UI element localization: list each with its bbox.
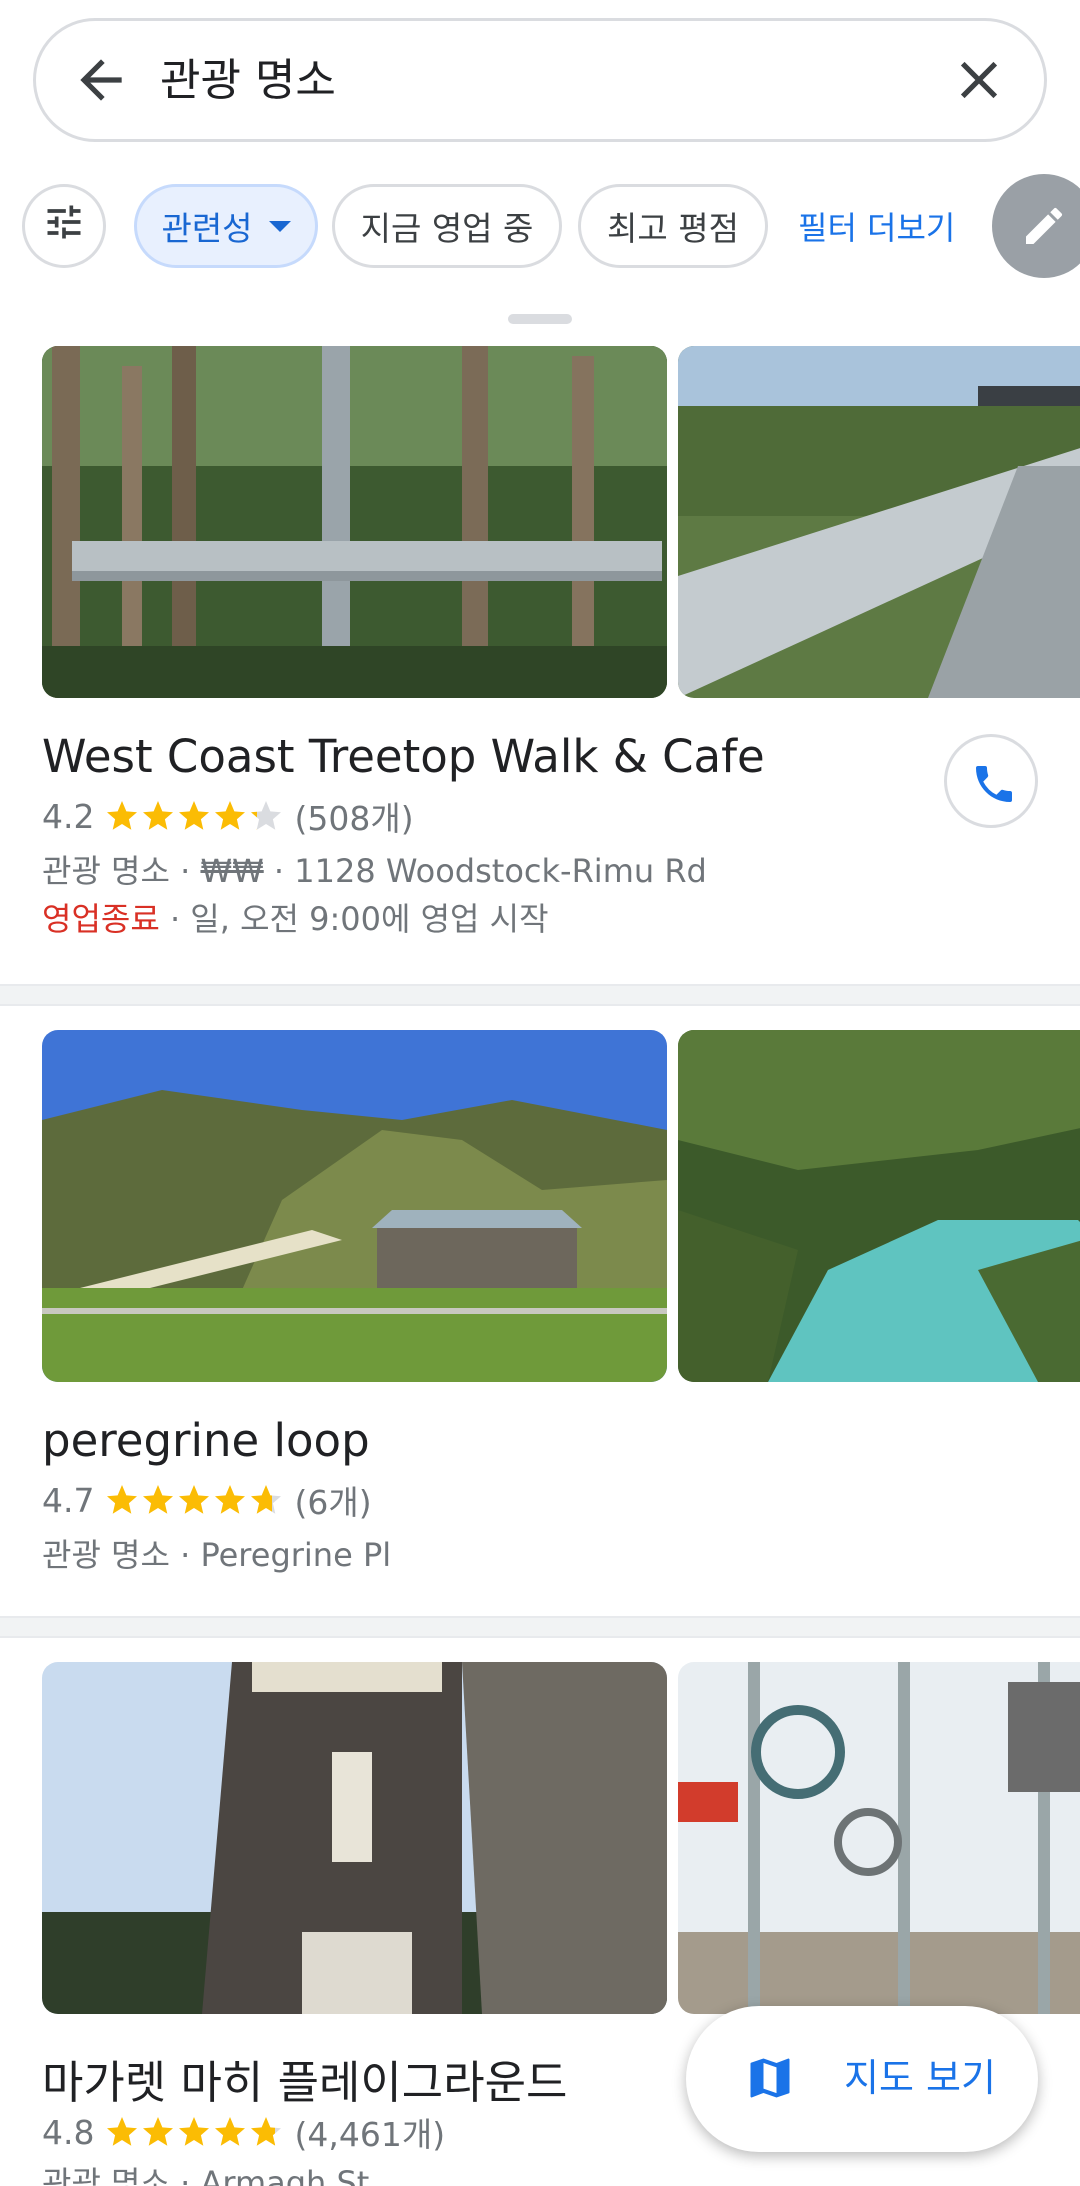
place-category: 관광 명소 [42,1536,170,1574]
star-rating [104,1482,284,1518]
photo-strip[interactable] [42,346,1080,698]
map-icon [750,2058,790,2098]
place-name[interactable]: West Coast Treetop Walk & Cafe [42,730,765,783]
place-address: Peregrine Pl [200,1536,392,1574]
place-address: Armagh St [200,2164,370,2186]
view-map-button[interactable]: 지도 보기 [686,2006,1038,2152]
open-status: 영업종료 [42,900,160,938]
star-icon [251,2117,282,2146]
star-icon [107,1485,138,1514]
photo-strip[interactable] [42,1030,1080,1382]
place-photo[interactable] [42,1662,667,2014]
star-icon [179,2117,210,2146]
star-icon [143,1485,174,1514]
call-button[interactable] [944,734,1038,828]
review-count: (4,461개) [294,2115,446,2154]
top-rated-filter-chip[interactable]: 최고 평점 [578,184,768,268]
place-name[interactable]: peregrine loop [42,1414,370,1467]
tune-filter-button[interactable] [22,184,106,268]
star-icon [107,2117,138,2146]
place-photo[interactable] [678,1662,1080,2014]
place-category: 관광 명소 [42,852,170,890]
photo-strip[interactable] [42,1662,1080,2014]
rating-value: 4.2 [42,796,95,836]
price-level: ₩₩ [200,852,264,890]
star-icon [179,1485,210,1514]
back-arrow-icon[interactable] [70,49,132,111]
rating-value: 4.7 [42,1480,95,1520]
view-map-label: 지도 보기 [844,2056,996,2100]
relevance-label: 관련성 [161,209,253,248]
star-icon [143,801,174,830]
place-category: 관광 명소 [42,2164,170,2186]
open-now-filter-chip[interactable]: 지금 영업 중 [332,184,562,268]
place-photo[interactable] [678,346,1080,698]
star-icon [251,1485,282,1514]
edit-button[interactable] [992,174,1080,278]
star-rating [104,2114,284,2150]
edit-icon [1026,207,1063,244]
rating-row: 4.8 (4,461개) [42,2108,445,2156]
caret-down-icon [268,220,291,232]
star-icon [215,801,246,830]
rating-value: 4.8 [42,2112,95,2152]
list-divider [0,1616,1080,1638]
star-icon [143,2117,174,2146]
rating-row: 4.2 (508개) [42,792,414,840]
result-card[interactable]: peregrine loop 4.7 (6개) 관광 명소 · Peregrin… [0,1030,1080,1590]
place-meta: 관광 명소 · Peregrine Pl [42,1536,392,1574]
star-rating [104,798,284,834]
star-icon [251,801,282,830]
search-query[interactable]: 관광 명소 [160,51,336,111]
place-photo[interactable] [678,1030,1080,1382]
search-bar[interactable]: 관광 명소 [33,18,1047,142]
place-meta: 관광 명소 · Armagh St [42,2158,369,2186]
place-photo[interactable] [42,346,667,698]
review-count: (6개) [294,1483,372,1522]
list-divider [0,984,1080,1006]
relevance-filter-chip[interactable]: 관련성 [134,184,318,268]
place-photo[interactable] [42,1030,667,1382]
place-address: 1128 Woodstock-Rimu Rd [294,852,707,890]
place-name[interactable]: 마가렛 마히 플레이그라운드 [42,2046,567,2111]
star-icon [107,801,138,830]
rating-row: 4.7 (6개) [42,1476,372,1524]
phone-icon [976,766,1012,802]
tune-icon [42,200,86,252]
close-icon[interactable] [948,49,1010,111]
result-card[interactable]: West Coast Treetop Walk & Cafe 4.2 (508개… [0,346,1080,976]
star-icon [215,1485,246,1514]
star-icon [215,2117,246,2146]
opening-hours: 일, 오전 9:00에 영업 시작 [190,900,549,938]
star-icon [179,801,210,830]
place-hours: 영업종료 · 일, 오전 9:00에 영업 시작 [42,900,549,938]
review-count: (508개) [294,799,414,838]
sheet-drag-handle[interactable] [508,314,572,324]
more-filters-link[interactable]: 필터 더보기 [798,184,955,268]
filter-bar: 관련성 지금 영업 중 최고 평점 필터 더보기 [0,174,1080,278]
place-meta: 관광 명소 · ₩₩ · 1128 Woodstock-Rimu Rd [42,852,707,890]
